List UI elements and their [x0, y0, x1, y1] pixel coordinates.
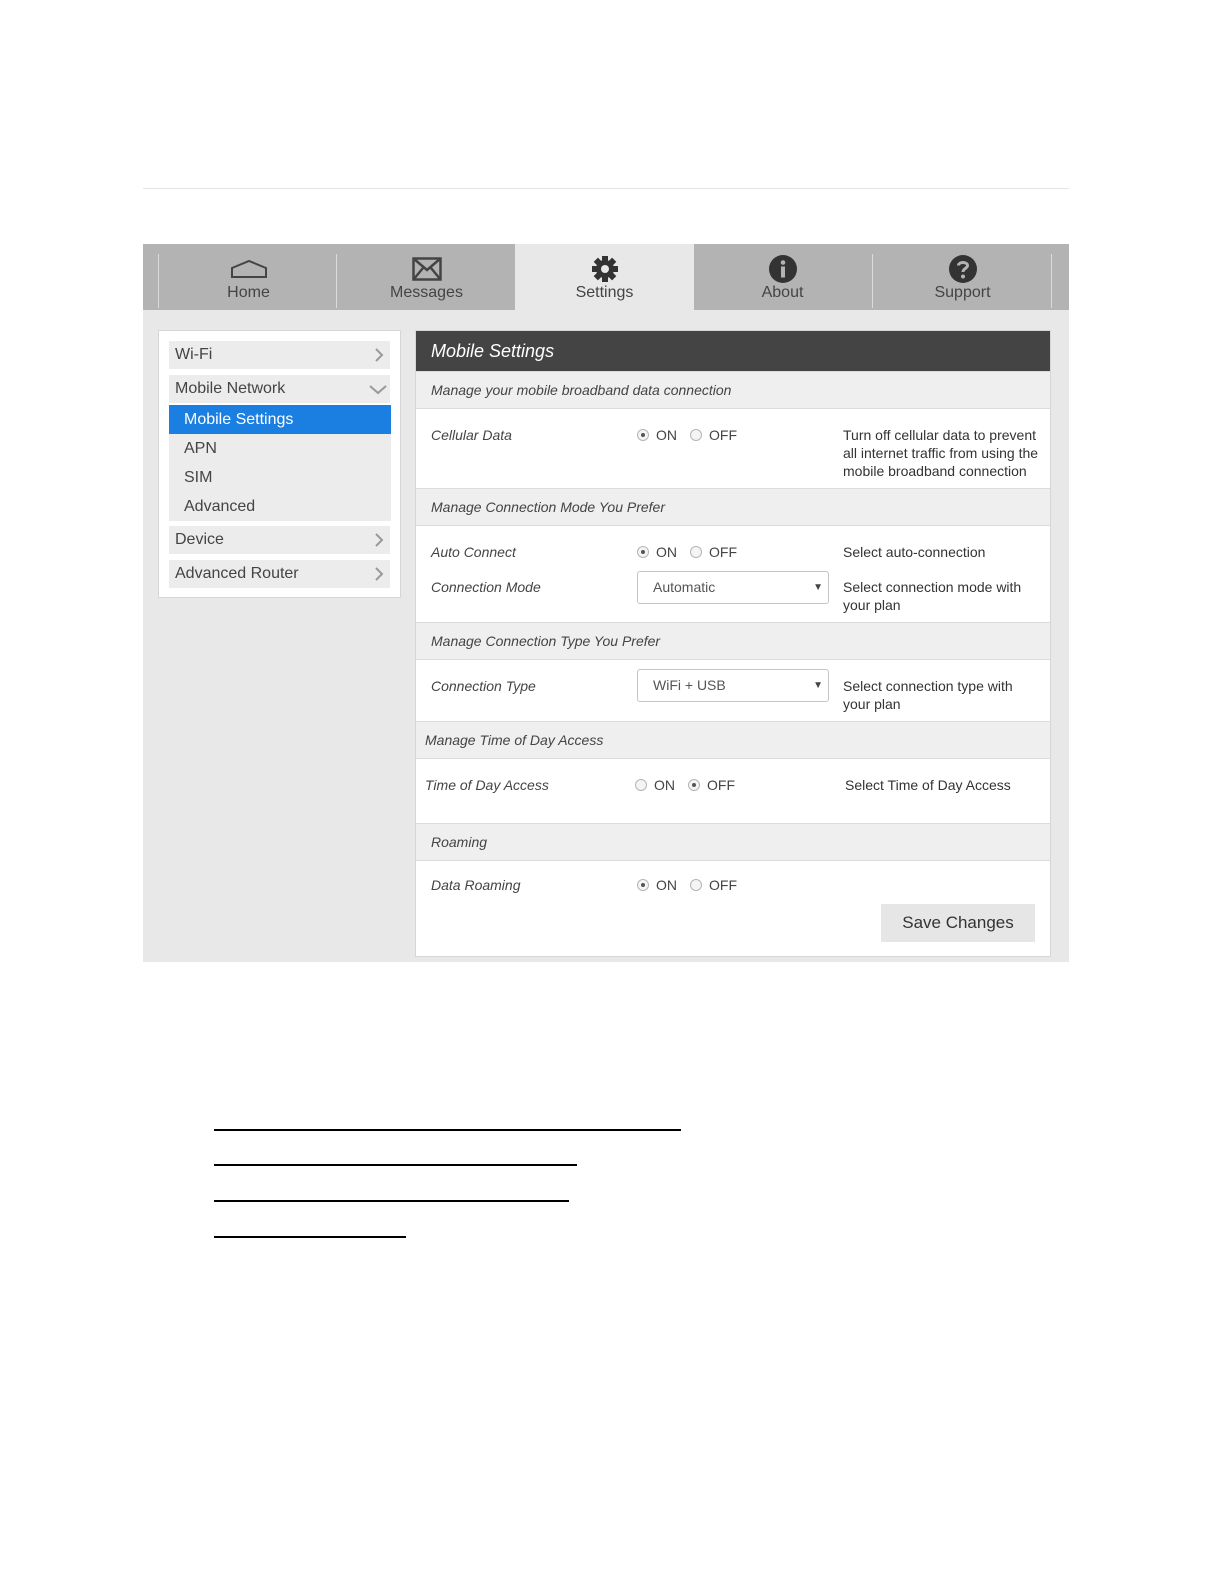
radio-dot	[637, 546, 649, 558]
tab-settings[interactable]: Settings	[515, 244, 694, 310]
sidebar-item-advanced-router[interactable]: Advanced Router	[169, 560, 390, 588]
radio-dot	[690, 546, 702, 558]
tab-home-label: Home	[227, 284, 270, 301]
tab-support[interactable]: Support	[873, 244, 1052, 310]
tab-messages[interactable]: Messages	[337, 244, 516, 310]
select-value: Automatic	[653, 579, 716, 595]
auto-connect-label: Auto Connect	[431, 544, 516, 560]
time-of-day-on-radio[interactable]: ON	[635, 777, 675, 793]
caret-down-icon: ▼	[813, 582, 823, 593]
select-value: WiFi + USB	[653, 677, 726, 693]
cellular-data-on-radio[interactable]: ON	[637, 427, 677, 443]
sidebar-item-advanced[interactable]: Advanced	[169, 492, 391, 521]
sidebar: Wi-Fi Mobile Network Mobile Settings APN…	[158, 330, 401, 598]
auto-connect-off-radio[interactable]: OFF	[690, 544, 737, 560]
auto-connect-on-radio[interactable]: ON	[637, 544, 677, 560]
tab-about-label: About	[761, 284, 804, 301]
top-divider	[143, 188, 1069, 189]
radio-dot	[690, 879, 702, 891]
time-of-day-label: Time of Day Access	[425, 777, 549, 793]
info-icon	[693, 254, 872, 284]
router-admin-frame: Home Messages Settings About Support Wi-…	[143, 244, 1069, 962]
section-header-roaming: Roaming	[416, 823, 1050, 861]
chevron-right-icon	[375, 348, 384, 362]
radio-dot	[635, 779, 647, 791]
data-roaming-on-radio[interactable]: ON	[637, 877, 677, 893]
connection-mode-label: Connection Mode	[431, 579, 541, 595]
sidebar-item-apn[interactable]: APN	[169, 434, 391, 463]
tab-home[interactable]: Home	[159, 244, 338, 310]
chevron-right-icon	[375, 533, 384, 547]
caret-down-icon: ▼	[813, 680, 823, 691]
section-header-time-of-day: Manage Time of Day Access	[416, 721, 1050, 759]
tab-settings-label: Settings	[575, 284, 634, 301]
blank-line	[214, 1236, 406, 1238]
data-roaming-off-radio[interactable]: OFF	[690, 877, 737, 893]
time-of-day-description: Select Time of Day Access	[845, 777, 1011, 793]
top-nav: Home Messages Settings About Support	[143, 244, 1069, 310]
gear-icon	[515, 254, 694, 284]
section-header-data-connection: Manage your mobile broadband data connec…	[416, 371, 1050, 409]
sidebar-item-device[interactable]: Device	[169, 526, 390, 554]
chevron-down-icon	[369, 385, 387, 395]
tab-messages-label: Messages	[390, 284, 463, 301]
data-roaming-label: Data Roaming	[431, 877, 521, 893]
blank-line	[214, 1129, 681, 1131]
radio-label: ON	[656, 427, 677, 443]
section-header-connection-type: Manage Connection Type You Prefer	[416, 622, 1050, 660]
sidebar-item-mobile-network[interactable]: Mobile Network	[169, 375, 390, 403]
sidebar-item-wifi[interactable]: Wi-Fi	[169, 341, 390, 369]
mobile-network-submenu: Mobile Settings APN SIM Advanced	[169, 405, 391, 521]
time-of-day-off-radio[interactable]: OFF	[688, 777, 735, 793]
radio-dot	[637, 429, 649, 441]
connection-mode-select[interactable]: Automatic ▼	[637, 571, 829, 604]
radio-dot	[637, 879, 649, 891]
radio-label: OFF	[709, 877, 737, 893]
radio-dot	[688, 779, 700, 791]
chevron-right-icon	[375, 567, 384, 581]
blank-line	[214, 1164, 577, 1166]
sidebar-item-label: Advanced Router	[175, 565, 299, 582]
cellular-data-off-radio[interactable]: OFF	[690, 427, 737, 443]
sidebar-item-label: Device	[175, 531, 224, 548]
radio-label: OFF	[709, 427, 737, 443]
envelope-icon	[337, 254, 516, 284]
radio-label: OFF	[707, 777, 735, 793]
tab-separator	[1051, 254, 1052, 308]
connection-type-label: Connection Type	[431, 678, 536, 694]
connection-type-select[interactable]: WiFi + USB ▼	[637, 669, 829, 702]
tab-support-label: Support	[934, 284, 991, 301]
cellular-data-label: Cellular Data	[431, 427, 512, 443]
connection-type-description: Select connection type with your plan	[843, 678, 1013, 712]
section-header-connection-mode: Manage Connection Mode You Prefer	[416, 488, 1050, 526]
page-title: Mobile Settings	[416, 331, 1050, 371]
sidebar-item-mobile-settings[interactable]: Mobile Settings	[169, 405, 391, 434]
radio-label: OFF	[709, 544, 737, 560]
sidebar-item-label: Wi-Fi	[175, 346, 213, 363]
sidebar-item-sim[interactable]: SIM	[169, 463, 391, 492]
blank-line	[214, 1200, 569, 1202]
mobile-settings-panel: Mobile Settings Manage your mobile broad…	[415, 330, 1051, 957]
question-icon	[873, 254, 1052, 284]
sidebar-item-label: Mobile Network	[175, 380, 286, 397]
cellular-data-description: Turn off cellular data to prevent all in…	[843, 427, 1039, 479]
connection-mode-description: Select connection mode with your plan	[843, 579, 1022, 613]
radio-label: ON	[656, 877, 677, 893]
radio-label: ON	[656, 544, 677, 560]
save-changes-button[interactable]: Save Changes	[881, 904, 1035, 942]
tab-about[interactable]: About	[693, 244, 872, 310]
auto-connect-description: Select auto-connection	[843, 544, 986, 560]
home-icon	[159, 254, 338, 284]
radio-dot	[690, 429, 702, 441]
radio-label: ON	[654, 777, 675, 793]
